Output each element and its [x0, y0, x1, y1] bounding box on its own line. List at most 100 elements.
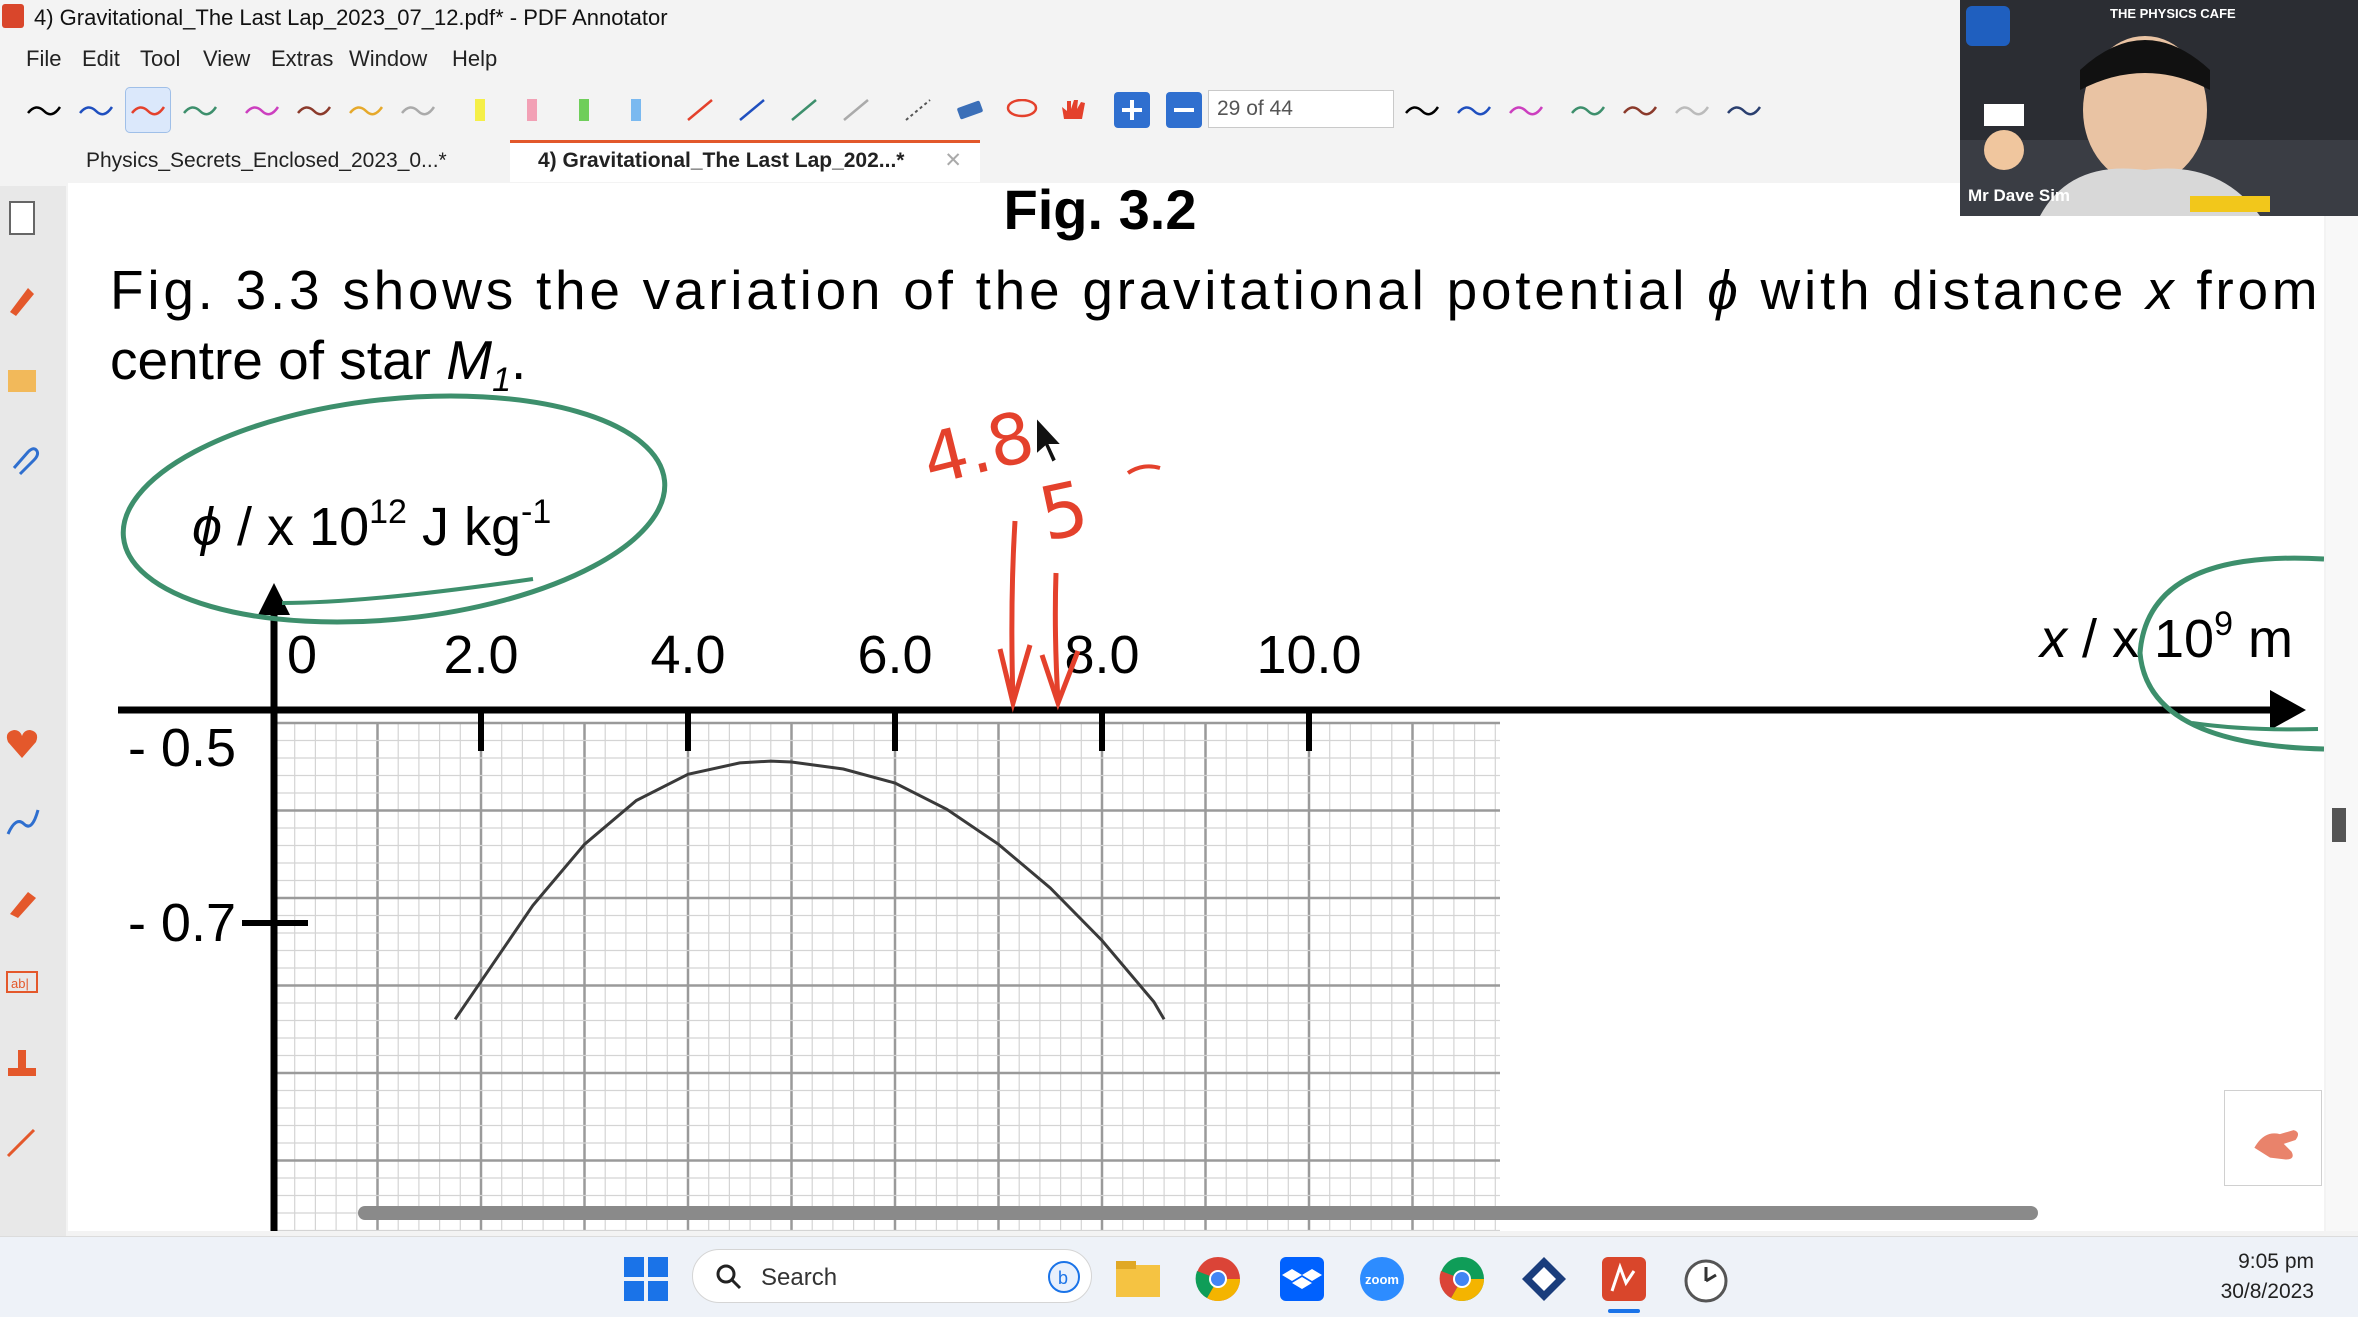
- y-label-unit-exp: -1: [521, 493, 551, 531]
- menu-extras[interactable]: Extras: [271, 46, 333, 72]
- x-axis-label: x / x 109 m: [2037, 605, 2293, 669]
- pen-preset-brown-icon[interactable]: [1618, 88, 1662, 132]
- lasso-icon[interactable]: [1000, 88, 1044, 132]
- y-tick-label: - 0.5: [128, 718, 236, 778]
- pdf-annotator-icon: [2, 4, 24, 28]
- pen-preset-blue-icon[interactable]: [1452, 88, 1496, 132]
- menu-tool[interactable]: Tool: [140, 46, 180, 72]
- favorites-heart-icon[interactable]: [4, 726, 40, 762]
- page-number-input[interactable]: 29 of 44: [1208, 90, 1394, 128]
- tab-physics-secrets[interactable]: Physics_Secrets_Enclosed_2023_0...*: [58, 140, 486, 182]
- pen-green-icon[interactable]: [178, 88, 222, 132]
- eraser-icon[interactable]: [948, 88, 992, 132]
- dropbox-icon[interactable]: [1276, 1253, 1328, 1305]
- chrome-profile-icon[interactable]: [1436, 1253, 1488, 1305]
- pen-magenta-icon[interactable]: [240, 88, 284, 132]
- left-toolbar: ab|: [0, 186, 66, 1236]
- arrow-tool-icon[interactable]: [4, 1124, 40, 1160]
- pen-tool-icon[interactable]: [4, 282, 40, 318]
- taskbar: Search b zoom 9:05 pm 30/8/2023: [0, 1236, 2358, 1317]
- line-blue-icon[interactable]: [730, 88, 774, 132]
- highlighter-yellow-icon[interactable]: [458, 88, 502, 132]
- pen-preset-gray-icon[interactable]: [1670, 88, 1714, 132]
- y-label-text: / x 10: [222, 497, 369, 557]
- line-green-icon[interactable]: [782, 88, 826, 132]
- x-label-exp: 9: [2214, 605, 2233, 643]
- pen-red-icon[interactable]: [125, 87, 171, 133]
- pen-preset-magenta-icon[interactable]: [1504, 88, 1548, 132]
- tab-gravitational[interactable]: 4) Gravitational_The Last Lap_202...* ✕: [510, 140, 980, 182]
- pen-gray-icon[interactable]: [396, 88, 440, 132]
- highlighter-pink-icon[interactable]: [510, 88, 554, 132]
- svg-text:ab|: ab|: [11, 976, 29, 991]
- system-clock[interactable]: 9:05 pm 30/8/2023: [2221, 1247, 2314, 1307]
- taskbar-search[interactable]: Search b: [692, 1249, 1092, 1303]
- highlighter-blue-icon[interactable]: [614, 88, 658, 132]
- green-underline-x-label: [2191, 721, 2319, 732]
- page-thumbnail-icon[interactable]: [4, 200, 40, 236]
- para-part3: from th: [2177, 259, 2324, 321]
- toolbar: [0, 84, 1960, 138]
- note-icon[interactable]: [4, 362, 40, 398]
- dashed-line-icon[interactable]: [896, 88, 940, 132]
- pen-black-icon[interactable]: [22, 88, 66, 132]
- attachment-icon[interactable]: [4, 442, 40, 478]
- para-sub: 1: [492, 361, 511, 399]
- timer-app-icon[interactable]: [1680, 1253, 1732, 1305]
- menu-window[interactable]: Window: [349, 46, 427, 72]
- file-explorer-icon[interactable]: [1112, 1253, 1164, 1305]
- horizontal-scrollbar[interactable]: [68, 1200, 2324, 1226]
- vertical-scrollbar[interactable]: [2326, 183, 2358, 1231]
- pen-preset-navy-icon[interactable]: [1722, 88, 1766, 132]
- text-box-icon[interactable]: ab|: [4, 964, 40, 1000]
- x-tick-marks: 0 2.0 4.0 6.0 8.0 10.0: [287, 625, 1362, 751]
- para-phi: ϕ: [1707, 259, 1738, 321]
- active-app-indicator: [1608, 1309, 1640, 1313]
- handwritten-5-flag: [1126, 464, 1161, 475]
- close-tab-icon[interactable]: ✕: [944, 143, 962, 179]
- pen-blue-icon[interactable]: [74, 88, 118, 132]
- handwritten-5: 5: [1032, 465, 1096, 559]
- hand-tool-icon[interactable]: [1052, 88, 1096, 132]
- window-title: 4) Gravitational_The Last Lap_2023_07_12…: [34, 5, 668, 30]
- zoom-icon[interactable]: zoom: [1356, 1253, 1408, 1305]
- x-axis-arrowhead: [2270, 690, 2306, 730]
- webcam-video: [1960, 0, 2358, 216]
- horizontal-scroll-thumb[interactable]: [358, 1206, 2038, 1220]
- line-red-icon[interactable]: [678, 88, 722, 132]
- potential-curve: [453, 759, 1166, 1021]
- line-gray-icon[interactable]: [834, 88, 878, 132]
- green-underline-y-label: [281, 577, 534, 605]
- x-tick-label: 2.0: [443, 625, 518, 685]
- pen-preset-green-icon[interactable]: [1566, 88, 1610, 132]
- freehand-pen-icon[interactable]: [4, 804, 40, 840]
- chrome-icon[interactable]: [1192, 1253, 1244, 1305]
- pen-orange-icon[interactable]: [344, 88, 388, 132]
- clock-time: 9:05 pm: [2238, 1250, 2314, 1273]
- webcam-overlay: THE PHYSICS CAFE Mr Dave Sim: [1960, 0, 2358, 216]
- menu-edit[interactable]: Edit: [82, 46, 120, 72]
- y-axis-arrowhead: [258, 583, 290, 615]
- highlighter-icon[interactable]: [4, 884, 40, 920]
- zoom-out-icon[interactable]: [1162, 88, 1206, 132]
- pdf-annotator-taskbar-icon[interactable]: [1598, 1253, 1650, 1305]
- zoom-in-icon[interactable]: [1110, 88, 1154, 132]
- red-arrow-4-8-shaft: [1009, 520, 1018, 702]
- windows-start-icon[interactable]: [620, 1253, 672, 1305]
- highlighter-green-icon[interactable]: [562, 88, 606, 132]
- menu-file[interactable]: File: [26, 46, 61, 72]
- document-tabs: Physics_Secrets_Enclosed_2023_0...* 4) G…: [0, 140, 1960, 182]
- paragraph-line-1: Fig. 3.3 shows the variation of the grav…: [110, 259, 2324, 321]
- pen-brown-icon[interactable]: [292, 88, 336, 132]
- menu-view[interactable]: View: [203, 46, 250, 72]
- hand-gesture-button[interactable]: [2224, 1090, 2322, 1186]
- menu-bar: File Edit Tool View Extras Window Help: [0, 40, 1960, 80]
- vertical-scroll-thumb[interactable]: [2332, 808, 2346, 842]
- y-axis-label: ϕ / x 1012 J kg-1: [192, 493, 551, 557]
- stamp-icon[interactable]: [4, 1044, 40, 1080]
- menu-help[interactable]: Help: [452, 46, 497, 72]
- y-label-phi: ϕ: [192, 497, 222, 557]
- x-label-unit: m: [2233, 609, 2293, 669]
- app-diamond-icon[interactable]: [1518, 1253, 1570, 1305]
- pen-preset-black-icon[interactable]: [1400, 88, 1444, 132]
